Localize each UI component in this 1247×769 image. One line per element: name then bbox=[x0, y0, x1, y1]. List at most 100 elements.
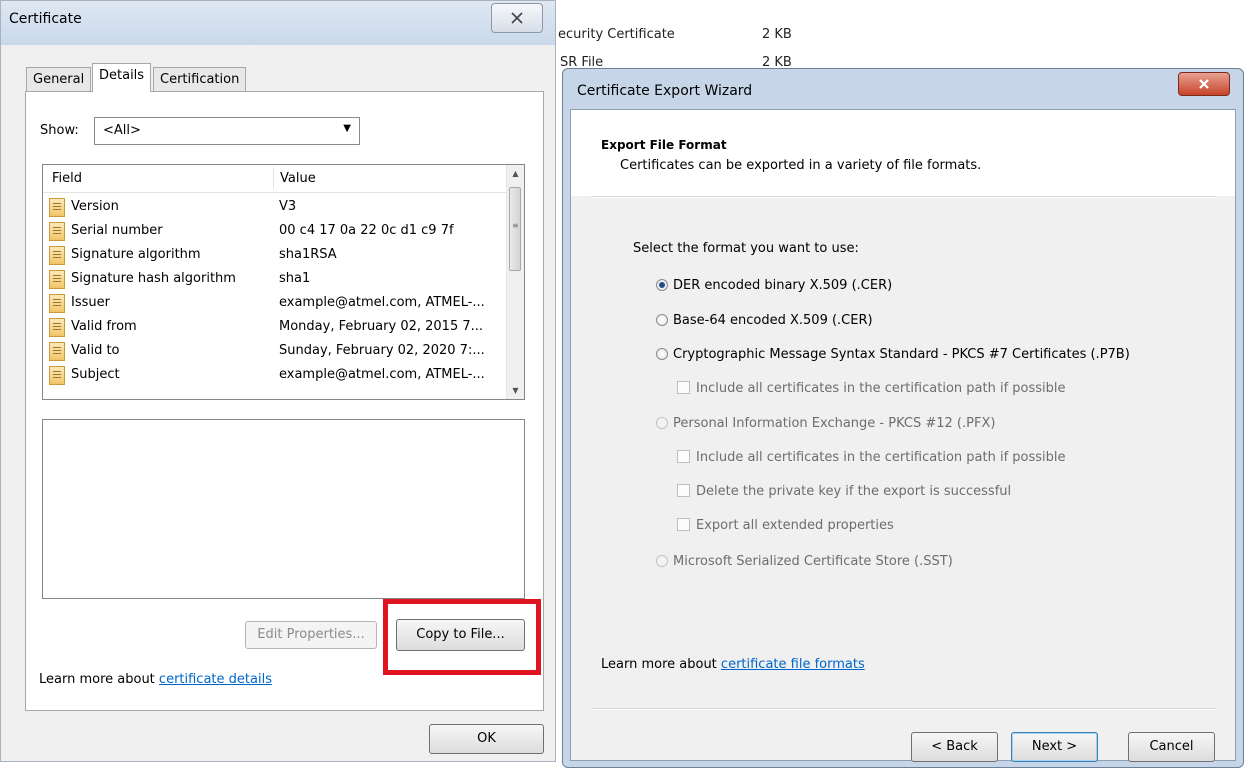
page-subtitle: Certificates can be exported in a variet… bbox=[620, 158, 982, 173]
list-item[interactable]: Serial number 00 c4 17 0a 22 0c d1 c9 7f bbox=[43, 220, 509, 244]
format-option-sst[interactable]: Microsoft Serialized Certificate Store (… bbox=[656, 554, 953, 569]
field-detail-box[interactable] bbox=[42, 419, 525, 599]
radio-icon[interactable] bbox=[656, 348, 668, 360]
pkcs7-include-checkbox[interactable]: Include all certificates in the certific… bbox=[677, 381, 1066, 396]
field-value: example@atmel.com, ATMEL-... bbox=[279, 367, 485, 382]
pfx-delete-key-checkbox[interactable]: Delete the private key if the export is … bbox=[677, 484, 1011, 499]
learn-more-formats: Learn more about certificate file format… bbox=[601, 657, 865, 672]
checkbox-icon[interactable] bbox=[677, 450, 690, 463]
certificate-field-icon bbox=[49, 222, 65, 241]
page-title: Export File Format bbox=[601, 138, 727, 152]
list-item[interactable]: Signature hash algorithm sha1 bbox=[43, 268, 509, 292]
scroll-up-icon[interactable]: ▲ bbox=[507, 165, 524, 182]
certificate-field-icon bbox=[49, 270, 65, 289]
file-name: ecurity Certificate bbox=[558, 27, 675, 42]
field-value: sha1 bbox=[279, 271, 311, 286]
list-header: Field Value bbox=[43, 165, 509, 193]
certificate-dialog: Certificate General Details Certificatio… bbox=[0, 0, 556, 762]
divider bbox=[591, 708, 1215, 710]
edit-properties-button[interactable]: Edit Properties... bbox=[245, 621, 377, 649]
tab-certification-path[interactable]: Certification Path bbox=[153, 67, 247, 111]
format-prompt: Select the format you want to use: bbox=[633, 241, 859, 256]
divider bbox=[591, 196, 1215, 198]
radio-icon[interactable] bbox=[656, 555, 668, 567]
option-label: DER encoded binary X.509 (.CER) bbox=[673, 278, 893, 293]
field-value: V3 bbox=[279, 199, 297, 214]
pfx-export-extended-checkbox[interactable]: Export all extended properties bbox=[677, 518, 894, 533]
field-name: Subject bbox=[71, 367, 120, 382]
list-item[interactable]: Version V3 bbox=[43, 196, 509, 220]
ok-button[interactable]: OK bbox=[429, 724, 544, 754]
certificate-field-icon bbox=[49, 294, 65, 313]
tab-details[interactable]: Details bbox=[92, 63, 152, 92]
field-name: Signature algorithm bbox=[71, 247, 201, 262]
vertical-scrollbar[interactable]: ▲ ≡ ▼ bbox=[506, 165, 524, 399]
field-name: Signature hash algorithm bbox=[71, 271, 236, 286]
list-item[interactable]: Issuer example@atmel.com, ATMEL-... bbox=[43, 292, 509, 316]
title-bar[interactable]: Certificate Export Wizard bbox=[563, 69, 1243, 111]
details-panel: Show: <All> ▼ Field Value Version V3 Ser… bbox=[25, 91, 544, 711]
show-label: Show: bbox=[40, 123, 79, 138]
format-option-base64[interactable]: Base-64 encoded X.509 (.CER) bbox=[656, 313, 873, 328]
highlight-box bbox=[383, 599, 541, 675]
column-header-value[interactable]: Value bbox=[280, 171, 316, 186]
list-item[interactable]: Valid to Sunday, February 02, 2020 7:... bbox=[43, 340, 509, 364]
file-row[interactable]: ecurity Certificate bbox=[558, 27, 675, 42]
checkbox-icon[interactable] bbox=[677, 484, 690, 497]
tab-general[interactable]: General bbox=[26, 67, 92, 91]
back-button[interactable]: < Back bbox=[911, 732, 998, 762]
scroll-down-icon[interactable]: ▼ bbox=[507, 382, 524, 399]
checkbox-icon[interactable] bbox=[677, 518, 690, 531]
pfx-include-checkbox[interactable]: Include all certificates in the certific… bbox=[677, 450, 1066, 465]
column-divider[interactable] bbox=[273, 167, 274, 189]
format-option-pkcs7[interactable]: Cryptographic Message Syntax Standard - … bbox=[656, 347, 1130, 362]
field-value: 00 c4 17 0a 22 0c d1 c9 7f bbox=[279, 223, 454, 238]
title-bar[interactable]: Certificate bbox=[1, 1, 555, 45]
certificate-details-link[interactable]: certificate details bbox=[159, 672, 272, 687]
format-option-der[interactable]: DER encoded binary X.509 (.CER) bbox=[656, 278, 892, 293]
option-label: Include all certificates in the certific… bbox=[696, 450, 1066, 465]
option-label: Base-64 encoded X.509 (.CER) bbox=[673, 313, 873, 328]
field-value: sha1RSA bbox=[279, 247, 337, 262]
radio-selected-icon[interactable] bbox=[656, 279, 668, 291]
field-name: Issuer bbox=[71, 295, 110, 310]
option-label: Export all extended properties bbox=[696, 518, 894, 533]
next-button[interactable]: Next > bbox=[1011, 732, 1098, 762]
learn-more-details: Learn more about certificate details bbox=[39, 672, 272, 687]
field-name: Version bbox=[71, 199, 119, 214]
chevron-down-icon: ▼ bbox=[343, 123, 351, 134]
option-label: Personal Information Exchange - PKCS #12… bbox=[673, 416, 996, 431]
list-item[interactable]: Subject example@atmel.com, ATMEL-... bbox=[43, 364, 509, 388]
list-item[interactable]: Signature algorithm sha1RSA bbox=[43, 244, 509, 268]
certificate-field-icon bbox=[49, 318, 65, 337]
field-name: Serial number bbox=[71, 223, 163, 238]
certificate-export-wizard: Certificate Export Wizard Export File Fo… bbox=[562, 68, 1244, 768]
radio-icon[interactable] bbox=[656, 417, 668, 429]
certificate-field-icon bbox=[49, 246, 65, 265]
option-label: Microsoft Serialized Certificate Store (… bbox=[673, 554, 953, 569]
format-option-pfx[interactable]: Personal Information Exchange - PKCS #12… bbox=[656, 416, 995, 431]
show-dropdown[interactable]: <All> ▼ bbox=[94, 117, 360, 145]
dialog-title: Certificate bbox=[9, 11, 82, 27]
wizard-body: Export File Format Certificates can be e… bbox=[570, 109, 1236, 762]
option-label: Delete the private key if the export is … bbox=[696, 484, 1012, 499]
scroll-thumb[interactable]: ≡ bbox=[509, 187, 521, 271]
certificate-file-formats-link[interactable]: certificate file formats bbox=[721, 657, 865, 672]
certificate-field-icon bbox=[49, 342, 65, 361]
close-icon[interactable] bbox=[1178, 72, 1230, 96]
field-value: Monday, February 02, 2015 7... bbox=[279, 319, 484, 334]
certificate-field-icon bbox=[49, 366, 65, 385]
field-name: Valid from bbox=[71, 319, 137, 334]
radio-icon[interactable] bbox=[656, 314, 668, 326]
close-icon[interactable] bbox=[491, 3, 543, 33]
learn-more-prefix: Learn more about bbox=[39, 672, 159, 687]
wizard-title: Certificate Export Wizard bbox=[577, 83, 753, 99]
list-item[interactable]: Valid from Monday, February 02, 2015 7..… bbox=[43, 316, 509, 340]
field-value: Sunday, February 02, 2020 7:... bbox=[279, 343, 485, 358]
certificate-field-icon bbox=[49, 198, 65, 217]
field-list[interactable]: Field Value Version V3 Serial number 00 … bbox=[42, 164, 525, 400]
cancel-button[interactable]: Cancel bbox=[1128, 732, 1215, 762]
checkbox-icon[interactable] bbox=[677, 381, 690, 394]
column-header-field[interactable]: Field bbox=[52, 171, 82, 186]
option-label: Cryptographic Message Syntax Standard - … bbox=[673, 347, 1130, 362]
